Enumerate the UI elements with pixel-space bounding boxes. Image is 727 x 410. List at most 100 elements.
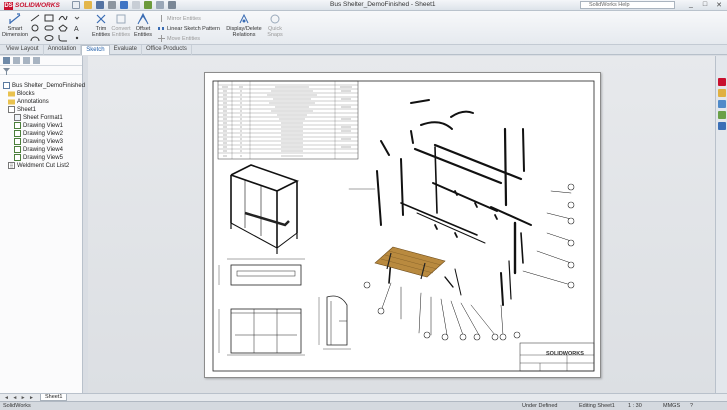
tree-item-sheet-format1[interactable]: Sheet Format1 bbox=[14, 114, 63, 121]
quick-access-toolbar bbox=[72, 1, 176, 9]
save-icon[interactable] bbox=[96, 1, 104, 9]
move-entities-button[interactable]: Move Entities bbox=[158, 35, 200, 42]
drawing-view-icon bbox=[14, 138, 21, 145]
tree-item-annotations[interactable]: Annotations bbox=[8, 98, 49, 105]
polygon-icon[interactable] bbox=[58, 24, 68, 32]
close-button[interactable]: ✕ bbox=[714, 1, 724, 9]
window-controls: _ □ ✕ bbox=[686, 1, 724, 9]
graphics-area[interactable]: SOLIDWORKS bbox=[88, 56, 715, 393]
solidworks-resources-icon[interactable] bbox=[717, 78, 726, 86]
help-search-input[interactable]: SolidWorks Help bbox=[580, 1, 675, 9]
display-delete-relations-button[interactable]: Display/Delete Relations bbox=[226, 13, 262, 38]
offset-entities-button[interactable]: Offset Entities bbox=[133, 13, 153, 38]
app-logo[interactable]: DS SOLIDWORKS bbox=[4, 1, 60, 10]
print-icon[interactable] bbox=[108, 1, 116, 9]
title-bar: DS SOLIDWORKS Bus Shelter_DemoFinished -… bbox=[0, 0, 727, 11]
file-properties-icon[interactable] bbox=[156, 1, 164, 9]
tree-filter[interactable] bbox=[0, 66, 82, 75]
tree-item-drawing-view4[interactable]: Drawing View4 bbox=[14, 146, 63, 153]
convert-entities-button[interactable]: Convert Entities bbox=[110, 13, 132, 38]
fillet-icon[interactable] bbox=[58, 34, 68, 42]
command-tabs: View Layout Annotation Sketch Evaluate O… bbox=[0, 45, 727, 55]
view-palette-icon[interactable] bbox=[717, 111, 726, 119]
arc-icon[interactable] bbox=[30, 34, 40, 42]
tree-item-drawing-view5[interactable]: Drawing View5 bbox=[14, 154, 63, 161]
tree-item-sheet1[interactable]: Sheet1 bbox=[8, 106, 36, 113]
drawing-view-top[interactable] bbox=[218, 258, 305, 286]
bench-seat[interactable] bbox=[374, 246, 446, 280]
line-icon[interactable] bbox=[30, 14, 40, 22]
ellipse-icon[interactable] bbox=[44, 34, 54, 42]
drawing-view-front[interactable] bbox=[218, 308, 305, 356]
design-library-icon[interactable] bbox=[717, 89, 726, 97]
feature-manager-tree: Bus Shelter_DemoFinished Blocks Annotati… bbox=[0, 56, 85, 393]
undo-icon[interactable] bbox=[120, 1, 128, 9]
convert-icon bbox=[116, 14, 126, 24]
dropdown-arrow-icon[interactable] bbox=[72, 14, 82, 22]
maximize-button[interactable]: □ bbox=[700, 1, 710, 9]
tab-sketch[interactable]: Sketch bbox=[81, 45, 110, 55]
property-manager-tab-icon[interactable] bbox=[13, 57, 20, 64]
feature-manager-tab-icon[interactable] bbox=[3, 57, 10, 64]
offset-icon bbox=[137, 13, 149, 25]
mirror-icon bbox=[161, 15, 162, 22]
dim-xpert-tab-icon[interactable] bbox=[33, 57, 40, 64]
status-sketch-state: Under Defined bbox=[522, 403, 558, 409]
tab-view-layout[interactable]: View Layout bbox=[2, 45, 44, 55]
tree-item-drawing-view3[interactable]: Drawing View3 bbox=[14, 138, 63, 145]
smart-dimension-button[interactable]: Smart Dimension bbox=[2, 13, 28, 38]
sheet-tab-bar: ◄ ◄ ► ► Sheet1 bbox=[0, 393, 727, 401]
title-block[interactable] bbox=[519, 342, 595, 372]
tab-office-products[interactable]: Office Products bbox=[142, 45, 192, 55]
new-document-icon[interactable] bbox=[72, 1, 80, 9]
spline-icon[interactable] bbox=[58, 14, 68, 22]
rebuild-icon[interactable] bbox=[144, 1, 152, 9]
config-manager-tab-icon[interactable] bbox=[23, 57, 30, 64]
status-units[interactable]: MMGS bbox=[663, 403, 680, 409]
tree-item-blocks[interactable]: Blocks bbox=[8, 90, 35, 97]
ds-logo-icon: DS bbox=[4, 1, 13, 10]
tree-item-root[interactable]: Bus Shelter_DemoFinished bbox=[3, 82, 85, 89]
bill-of-materials-table[interactable] bbox=[217, 80, 359, 160]
sheet-format-icon bbox=[14, 114, 21, 121]
annotations-folder-icon bbox=[8, 99, 15, 105]
select-icon[interactable] bbox=[132, 1, 140, 9]
tab-annotation[interactable]: Annotation bbox=[44, 45, 82, 55]
drawing-view-icon bbox=[14, 146, 21, 153]
trim-entities-button[interactable]: Trim Entities bbox=[92, 13, 110, 38]
mirror-entities-button[interactable]: Mirror Entities bbox=[158, 15, 201, 22]
status-app-name: SolidWorks bbox=[3, 403, 31, 409]
drawing-sheet[interactable]: SOLIDWORKS bbox=[204, 72, 601, 378]
drawing-view-side[interactable] bbox=[318, 295, 351, 350]
trim-icon bbox=[96, 14, 106, 24]
manager-tabs bbox=[0, 56, 82, 66]
drawing-view-icon bbox=[14, 122, 21, 129]
appearances-icon[interactable] bbox=[717, 122, 726, 130]
filter-icon bbox=[3, 68, 10, 75]
move-icon bbox=[158, 35, 165, 42]
status-help[interactable]: ? bbox=[690, 403, 693, 409]
tree-item-weldment-cut-list2[interactable]: Weldment Cut List2 bbox=[8, 162, 69, 169]
drawing-view-icon bbox=[14, 130, 21, 137]
task-pane-tabs bbox=[715, 56, 727, 393]
tab-sheet1[interactable]: Sheet1 bbox=[40, 394, 68, 401]
slot-icon[interactable] bbox=[44, 24, 54, 32]
point-icon[interactable] bbox=[72, 34, 82, 42]
quick-snaps-button[interactable]: Quick Snaps bbox=[265, 13, 285, 38]
rectangle-icon[interactable] bbox=[44, 14, 54, 22]
tree-item-drawing-view1[interactable]: Drawing View1 bbox=[14, 122, 63, 129]
circle-icon[interactable] bbox=[30, 24, 40, 32]
drawing-view-icon bbox=[14, 154, 21, 161]
tree-item-drawing-view2[interactable]: Drawing View2 bbox=[14, 130, 63, 137]
tab-evaluate[interactable]: Evaluate bbox=[110, 45, 142, 55]
drawing-view-exploded[interactable] bbox=[348, 99, 572, 336]
status-scale[interactable]: 1 : 30 bbox=[628, 403, 642, 409]
sheet-icon bbox=[8, 106, 15, 113]
open-icon[interactable] bbox=[84, 1, 92, 9]
drawing-view-isometric[interactable] bbox=[230, 164, 300, 254]
linear-sketch-pattern-button[interactable]: Linear Sketch Pattern bbox=[158, 25, 220, 32]
file-explorer-icon[interactable] bbox=[717, 100, 726, 108]
options-icon[interactable] bbox=[168, 1, 176, 9]
text-icon[interactable]: A bbox=[72, 24, 82, 32]
minimize-button[interactable]: _ bbox=[686, 1, 696, 9]
